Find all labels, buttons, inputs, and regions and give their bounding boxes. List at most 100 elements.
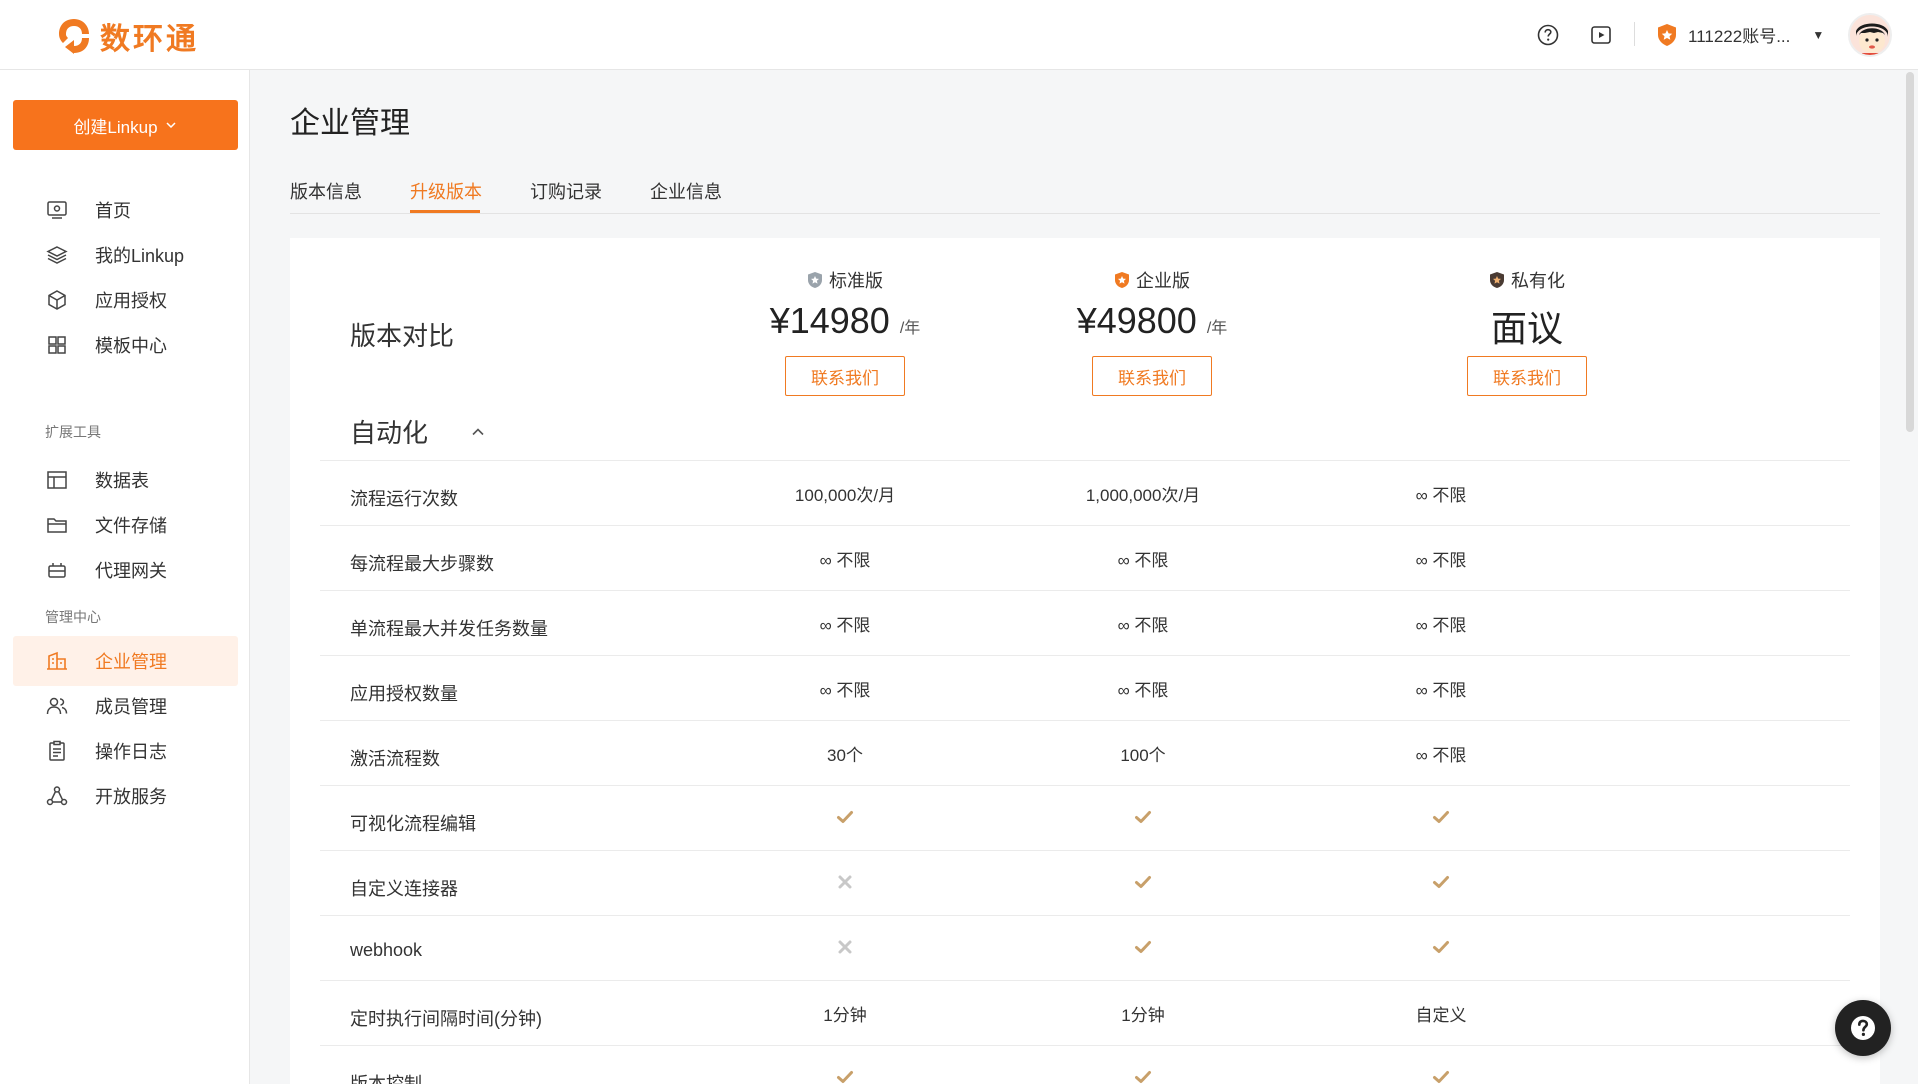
- users-icon: [46, 697, 68, 715]
- plan-name-row: 标准版: [695, 268, 995, 292]
- feature-name: 每流程最大步骤数: [350, 554, 494, 574]
- plan-standard: 标准版 ¥14980 /年 联系我们: [695, 268, 995, 396]
- sidebar-item-my-linkup[interactable]: 我的Linkup: [13, 230, 238, 280]
- layers-icon: [46, 246, 68, 264]
- tab-upgrade-version[interactable]: 升级版本: [410, 178, 482, 204]
- sidebar-item-datatable[interactable]: 数据表: [13, 455, 238, 505]
- feature-name: 自定义连接器: [350, 879, 458, 899]
- check-icon: [1291, 936, 1591, 962]
- account-menu[interactable]: 111222账号... ▼: [1656, 22, 1824, 47]
- sidebar-item-templates[interactable]: 模板中心: [13, 320, 238, 370]
- plan-price-amount: ¥49800: [1076, 300, 1197, 341]
- cube-icon: [48, 290, 66, 310]
- table-row: 定时执行间隔时间(分钟) 1分钟 1分钟 自定义: [320, 980, 1850, 1045]
- sidebar-section-admin: 管理中心: [45, 609, 101, 625]
- plan-private: 私有化 面议 联系我们: [1377, 268, 1677, 396]
- feature-name: 定时执行间隔时间(分钟): [350, 1009, 542, 1029]
- sidebar-item-home[interactable]: 首页: [13, 185, 238, 235]
- plan-price: ¥14980 /年: [695, 300, 995, 346]
- table-row: 自定义连接器: [320, 850, 1850, 915]
- feature-name: 应用授权数量: [350, 684, 458, 704]
- chevron-down-icon: [166, 122, 176, 129]
- contact-us-button[interactable]: 联系我们: [785, 356, 905, 396]
- share-network-icon: [46, 786, 68, 806]
- plan-name: 企业版: [1136, 271, 1190, 291]
- feature-name: 流程运行次数: [350, 489, 458, 509]
- tab-version-info[interactable]: 版本信息: [290, 178, 362, 204]
- private-badge-icon: [1490, 272, 1504, 288]
- top-header: 数环通 111222账号... ▼: [0, 0, 1918, 70]
- feature-name: 激活流程数: [350, 749, 440, 769]
- table-row: 每流程最大步骤数 ∞ 不限 ∞ 不限 ∞ 不限: [320, 525, 1850, 590]
- tab-bar: 版本信息 升级版本 订购记录 企业信息: [290, 170, 1880, 214]
- page-title: 企业管理: [290, 107, 410, 140]
- plan-price-amount: ¥14980: [769, 300, 890, 341]
- table-row: webhook: [320, 915, 1850, 980]
- sidebar-item-open-service[interactable]: 开放服务: [13, 771, 238, 821]
- avatar-image: [1850, 15, 1890, 55]
- enterprise-badge-icon: [1658, 23, 1676, 46]
- feature-value: ∞ 不限: [1415, 551, 1467, 570]
- table-icon: [47, 471, 67, 489]
- table-row: 版本控制: [320, 1045, 1850, 1084]
- contact-us-button[interactable]: 联系我们: [1092, 356, 1212, 396]
- check-icon: [695, 1066, 995, 1084]
- monitor-icon: [47, 201, 67, 219]
- feature-value: 1,000,000次/月: [1085, 486, 1201, 505]
- plan-price: ¥49800 /年: [1002, 300, 1302, 346]
- plan-price: 面议: [1377, 300, 1677, 349]
- check-icon: [993, 1066, 1293, 1084]
- feature-name: webhook: [350, 940, 423, 960]
- floating-help-button[interactable]: [1835, 1000, 1891, 1056]
- feature-value: ∞ 不限: [819, 616, 871, 635]
- video-tutorial-icon[interactable]: [1590, 24, 1612, 46]
- plan-enterprise: 企业版 ¥49800 /年 联系我们: [1002, 268, 1302, 396]
- table-row: 流程运行次数 100,000次/月 1,000,000次/月 ∞ 不限: [320, 460, 1850, 525]
- contact-us-button[interactable]: 联系我们: [1467, 356, 1587, 396]
- feature-table: 流程运行次数 100,000次/月 1,000,000次/月 ∞ 不限 每流程最大步骤数…: [320, 460, 1850, 1084]
- sidebar-item-label: 应用授权: [95, 291, 167, 311]
- plan-price-amount: 面议: [1490, 308, 1563, 349]
- feature-name: 单流程最大并发任务数量: [350, 619, 548, 639]
- sidebar-item-label: 模板中心: [95, 336, 167, 356]
- feature-value: ∞ 不限: [1117, 551, 1169, 570]
- feature-name: 版本控制: [350, 1074, 422, 1084]
- plan-name-row: 私有化: [1377, 268, 1677, 292]
- table-row: 可视化流程编辑: [320, 785, 1850, 850]
- chevron-up-icon[interactable]: [468, 422, 488, 442]
- sidebar-item-members[interactable]: 成员管理: [13, 681, 238, 731]
- feature-value: 100个: [1120, 746, 1166, 765]
- sidebar-item-app-auth[interactable]: 应用授权: [13, 275, 238, 325]
- sidebar-section-tools: 扩展工具: [45, 424, 101, 440]
- page-scrollbar[interactable]: [1906, 72, 1914, 432]
- create-linkup-button[interactable]: 创建Linkup: [13, 100, 238, 150]
- section-automation: 自动化: [350, 413, 488, 450]
- plan-name-row: 企业版: [1002, 268, 1302, 292]
- feature-value: ∞ 不限: [1117, 681, 1169, 700]
- sidebar-item-label: 操作日志: [95, 742, 167, 762]
- sidebar-item-label: 企业管理: [95, 652, 167, 672]
- feature-value: 30个: [827, 746, 863, 765]
- building-icon: [47, 651, 67, 670]
- sidebar-item-label: 我的Linkup: [95, 246, 185, 266]
- create-linkup-label: 创建Linkup: [73, 117, 158, 137]
- tab-enterprise-info[interactable]: 企业信息: [650, 178, 722, 204]
- feature-name: 可视化流程编辑: [350, 814, 476, 834]
- sidebar-item-file-storage[interactable]: 文件存储: [13, 500, 238, 550]
- sidebar-item-label: 开放服务: [95, 787, 167, 807]
- tab-order-records[interactable]: 订购记录: [530, 178, 602, 204]
- sidebar-item-proxy-gateway[interactable]: 代理网关: [13, 545, 238, 595]
- user-avatar[interactable]: [1848, 13, 1892, 57]
- brand-logo[interactable]: 数环通: [56, 14, 199, 58]
- feature-value: ∞ 不限: [1117, 616, 1169, 635]
- sidebar-item-operation-log[interactable]: 操作日志: [13, 726, 238, 776]
- brand-logo-icon: [59, 19, 89, 54]
- help-icon: [1851, 1016, 1875, 1040]
- help-icon[interactable]: [1537, 24, 1559, 46]
- cross-icon: [695, 871, 995, 897]
- feature-value: ∞ 不限: [819, 551, 871, 570]
- check-icon: [1291, 806, 1591, 832]
- gateway-icon: [48, 563, 66, 578]
- sidebar-item-enterprise[interactable]: 企业管理: [13, 636, 238, 686]
- check-icon: [695, 806, 995, 832]
